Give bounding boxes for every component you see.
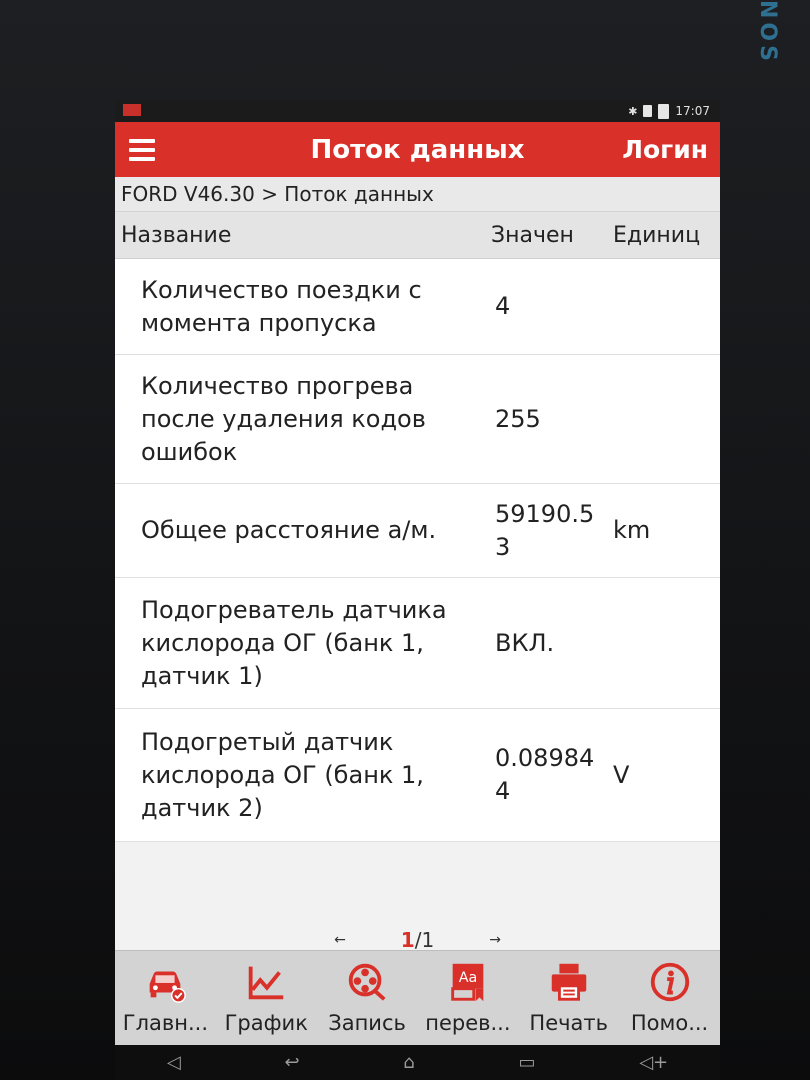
page-total: 1	[421, 928, 435, 952]
translate-icon: Aa	[451, 963, 484, 1002]
column-header-value: Значен	[491, 222, 574, 248]
page-current: 1	[400, 928, 415, 952]
recent-apps-icon[interactable]: ▭	[518, 1052, 535, 1073]
login-button[interactable]: Логин	[622, 135, 708, 164]
table-row[interactable]: Количество прогрева после удаления кодов…	[115, 355, 720, 484]
graph-icon	[248, 966, 284, 1000]
toolbar-record-button[interactable]: Запись	[317, 951, 418, 1045]
car-check-icon	[150, 971, 187, 1003]
toolbar-print-label: Печать	[529, 1011, 609, 1035]
toolbar-home-button[interactable]: Главн...	[115, 951, 216, 1045]
info-icon	[650, 962, 689, 1002]
row-unit: km	[613, 516, 651, 544]
system-nav-bar: ◁ ↩ ⌂ ▭ ◁+	[115, 1045, 720, 1080]
page-indicator: 1/1	[401, 928, 434, 952]
svg-text:Aa: Aa	[459, 970, 478, 986]
status-bar: ✱ 17:07	[115, 100, 720, 122]
row-value: 4	[495, 292, 511, 320]
row-value: ВКЛ.	[495, 628, 555, 657]
row-name: Количество прогрева после удаления кодов…	[141, 371, 426, 466]
toolbar-translate-label: перев...	[425, 1011, 511, 1035]
row-value: 255	[495, 404, 541, 433]
toolbar-home-label: Главн...	[122, 1011, 209, 1035]
printer-icon	[551, 963, 586, 1001]
volume-up-icon[interactable]: ◁+	[639, 1052, 668, 1073]
toolbar-help-label: Помо...	[630, 1011, 709, 1035]
tablet-frame: NOS ✱ 17:07 Поток данных Логин FORD V46.…	[0, 0, 810, 1080]
prev-page-arrow[interactable]: ←	[334, 932, 346, 948]
menu-icon[interactable]	[129, 138, 155, 161]
bluetooth-icon: ✱	[628, 104, 638, 118]
film-reel-icon	[348, 963, 386, 1001]
home-icon[interactable]: ⌂	[403, 1052, 414, 1073]
table-header: Название Значен Единиц	[115, 212, 720, 259]
breadcrumb: FORD V46.30 > Поток данных	[115, 177, 720, 212]
data-stream-list: Количество поездки с момента пропуска 4 …	[115, 259, 720, 842]
toolbar-graph-label: График	[224, 1011, 308, 1035]
app-screen: ✱ 17:07 Поток данных Логин FORD V46.30 >…	[115, 100, 720, 1045]
device-brand-mark: NOS	[755, 0, 780, 65]
toolbar-help-button[interactable]: Помо...	[619, 951, 720, 1045]
row-name: Общее расстояние а/м.	[141, 516, 437, 544]
battery-icon	[658, 103, 670, 119]
notification-icon	[123, 104, 141, 116]
back-icon[interactable]: ↩	[284, 1052, 299, 1073]
table-row[interactable]: Подогретый датчик кислорода ОГ (банк 1, …	[115, 709, 720, 842]
row-unit: V	[613, 760, 630, 789]
toolbar-graph-button[interactable]: График	[216, 951, 317, 1045]
status-time: 17:07	[675, 104, 710, 118]
row-value: 0.089844	[495, 744, 595, 805]
row-value: 59190.53	[495, 499, 595, 561]
toolbar-print-button[interactable]: Печать	[518, 951, 619, 1045]
row-name: Подогреватель датчика кислорода ОГ (банк…	[141, 595, 447, 690]
table-row[interactable]: Общее расстояние а/м. 59190.53 km	[115, 484, 720, 578]
column-header-unit: Единиц	[613, 222, 701, 248]
table-row[interactable]: Подогреватель датчика кислорода ОГ (банк…	[115, 578, 720, 709]
row-name: Подогретый датчик кислорода ОГ (банк 1, …	[141, 727, 424, 822]
sim-icon	[643, 105, 653, 117]
toolbar-translate-button[interactable]: Aa перев...	[417, 951, 518, 1045]
table-row[interactable]: Количество поездки с момента пропуска 4	[115, 259, 720, 355]
row-name: Количество поездки с момента пропуска	[141, 275, 422, 337]
toolbar-record-label: Запись	[328, 1011, 406, 1035]
bottom-toolbar: Главн... График Запись Aa перев... Печат…	[115, 950, 720, 1045]
app-bar: Поток данных Логин	[115, 122, 720, 177]
column-header-name: Название	[121, 222, 232, 248]
next-page-arrow[interactable]: →	[489, 932, 501, 948]
volume-down-icon[interactable]: ◁	[167, 1052, 181, 1073]
